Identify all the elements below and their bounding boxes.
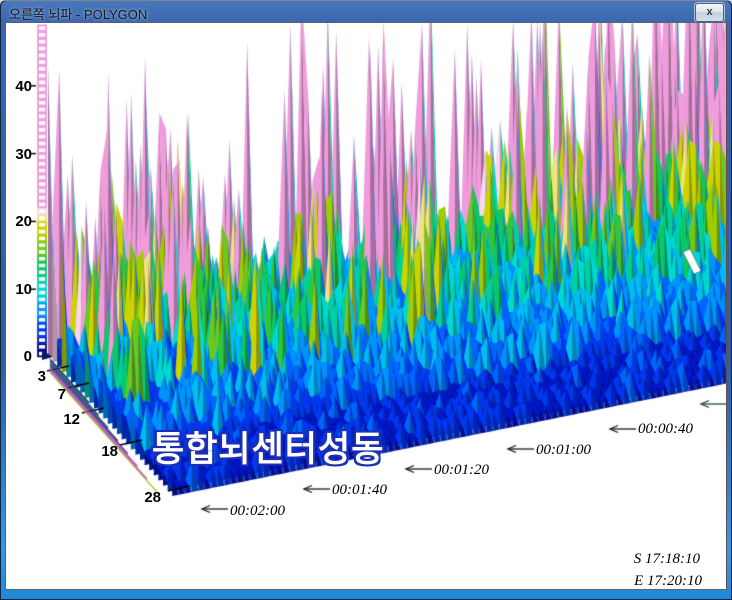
time-label-0140: 00:01:40 [332, 482, 387, 499]
freq-tick-28: 28 [139, 489, 161, 506]
app-window: 오른쪽 뇌파 - POLYGON x 40 30 20 10 0 3 7 12 … [0, 0, 732, 600]
session-start-label: S 17:18:10 [634, 551, 700, 568]
freq-tick-3: 3 [24, 368, 46, 385]
window-title: 오른쪽 뇌파 - POLYGON [9, 4, 147, 23]
time-label-0040: 00:00:40 [638, 421, 693, 438]
time-label-0120: 00:01:20 [434, 462, 489, 479]
freq-tick-7: 7 [44, 386, 66, 403]
close-icon: x [706, 6, 712, 18]
freq-tick-18: 18 [96, 443, 118, 460]
surface-plot-canvas[interactable] [6, 23, 726, 589]
client-area: 40 30 20 10 0 3 7 12 18 28 00:00:40 00:0… [5, 22, 727, 590]
value-tick-20: 20 [6, 213, 32, 230]
value-tick-0: 0 [6, 348, 32, 365]
value-tick-30: 30 [6, 146, 32, 163]
freq-tick-12: 12 [58, 411, 80, 428]
time-label-0200: 00:02:00 [230, 503, 285, 520]
watermark-text: 통합뇌센터성동 [152, 421, 384, 472]
session-end-label: E 17:20:10 [634, 573, 702, 589]
title-bar[interactable]: 오른쪽 뇌파 - POLYGON x [0, 0, 732, 22]
value-tick-40: 40 [6, 78, 32, 95]
value-tick-10: 10 [6, 281, 32, 298]
time-label-0100: 00:01:00 [536, 442, 591, 459]
close-button[interactable]: x [695, 3, 724, 22]
